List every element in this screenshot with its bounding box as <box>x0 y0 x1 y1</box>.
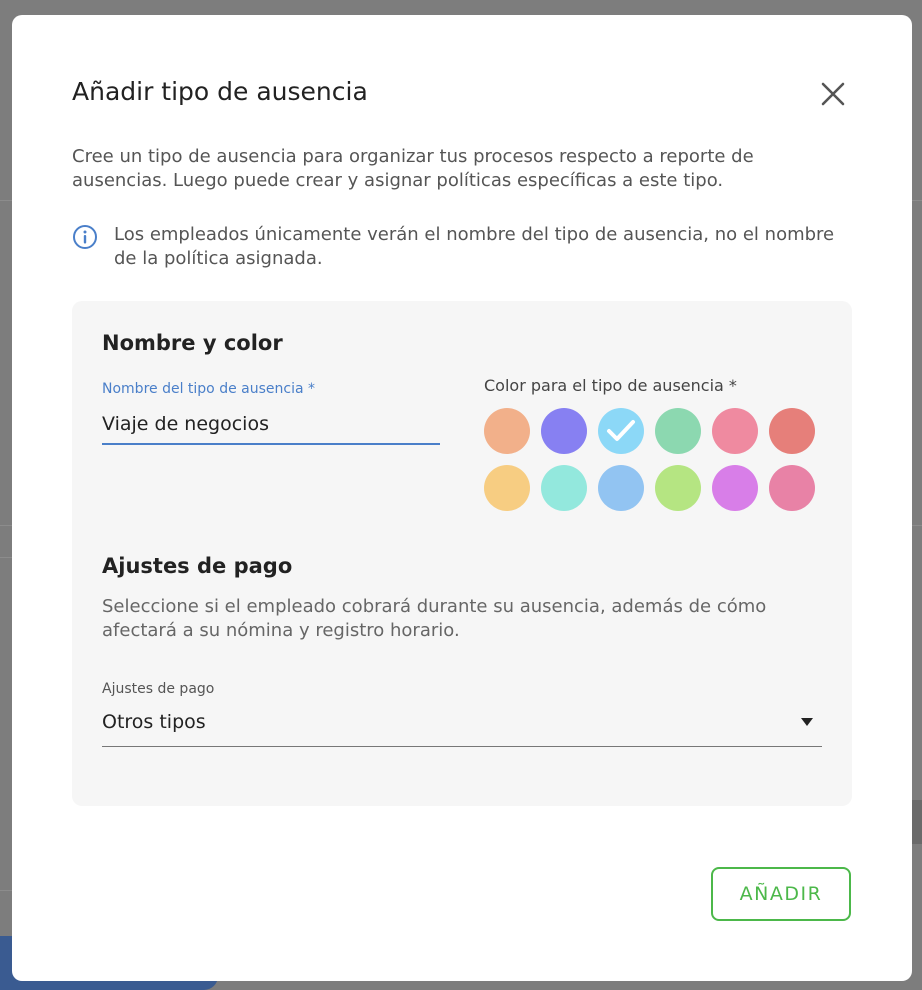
dialog-title: Añadir tipo de ausencia <box>72 77 368 106</box>
bg-divider <box>0 557 12 558</box>
add-absence-type-dialog: Añadir tipo de ausencia Cree un tipo de … <box>12 15 912 981</box>
bg-divider <box>0 200 12 201</box>
close-icon <box>821 82 845 106</box>
name-color-title: Nombre y color <box>102 331 283 355</box>
color-swatch[interactable] <box>541 465 587 511</box>
color-swatch[interactable] <box>484 408 530 454</box>
info-note: Los empleados únicamente verán el nombre… <box>72 223 852 271</box>
payment-select-value: Otros tipos <box>102 711 206 733</box>
color-swatch[interactable] <box>712 408 758 454</box>
color-swatch[interactable] <box>769 408 815 454</box>
color-swatches <box>484 408 824 511</box>
close-button[interactable] <box>818 79 848 109</box>
color-swatch[interactable] <box>598 408 644 454</box>
form-card: Nombre y color Nombre del tipo de ausenc… <box>72 301 852 806</box>
absence-name-input[interactable] <box>102 405 440 445</box>
info-text: Los empleados únicamente verán el nombre… <box>114 224 835 269</box>
add-button[interactable]: AÑADIR <box>711 867 851 921</box>
color-swatch[interactable] <box>655 408 701 454</box>
color-swatch[interactable] <box>655 465 701 511</box>
dialog-intro: Cree un tipo de ausencia para organizar … <box>72 146 754 191</box>
color-swatch[interactable] <box>541 408 587 454</box>
payment-settings-select[interactable]: Otros tipos <box>102 707 822 747</box>
bg-divider <box>0 890 12 891</box>
color-swatch[interactable] <box>484 465 530 511</box>
checkmark-icon <box>607 420 635 441</box>
color-label: Color para el tipo de ausencia * <box>484 376 737 395</box>
name-field-label: Nombre del tipo de ausencia * <box>102 381 315 397</box>
payment-title: Ajustes de pago <box>102 554 293 578</box>
caret-down-icon <box>801 718 813 726</box>
info-icon <box>73 225 97 249</box>
color-swatch[interactable] <box>712 465 758 511</box>
payment-select-label: Ajustes de pago <box>102 681 215 697</box>
color-swatch[interactable] <box>598 465 644 511</box>
bg-divider <box>0 525 12 526</box>
color-swatch[interactable] <box>769 465 815 511</box>
payment-description: Seleccione si el empleado cobrará durant… <box>102 596 767 641</box>
